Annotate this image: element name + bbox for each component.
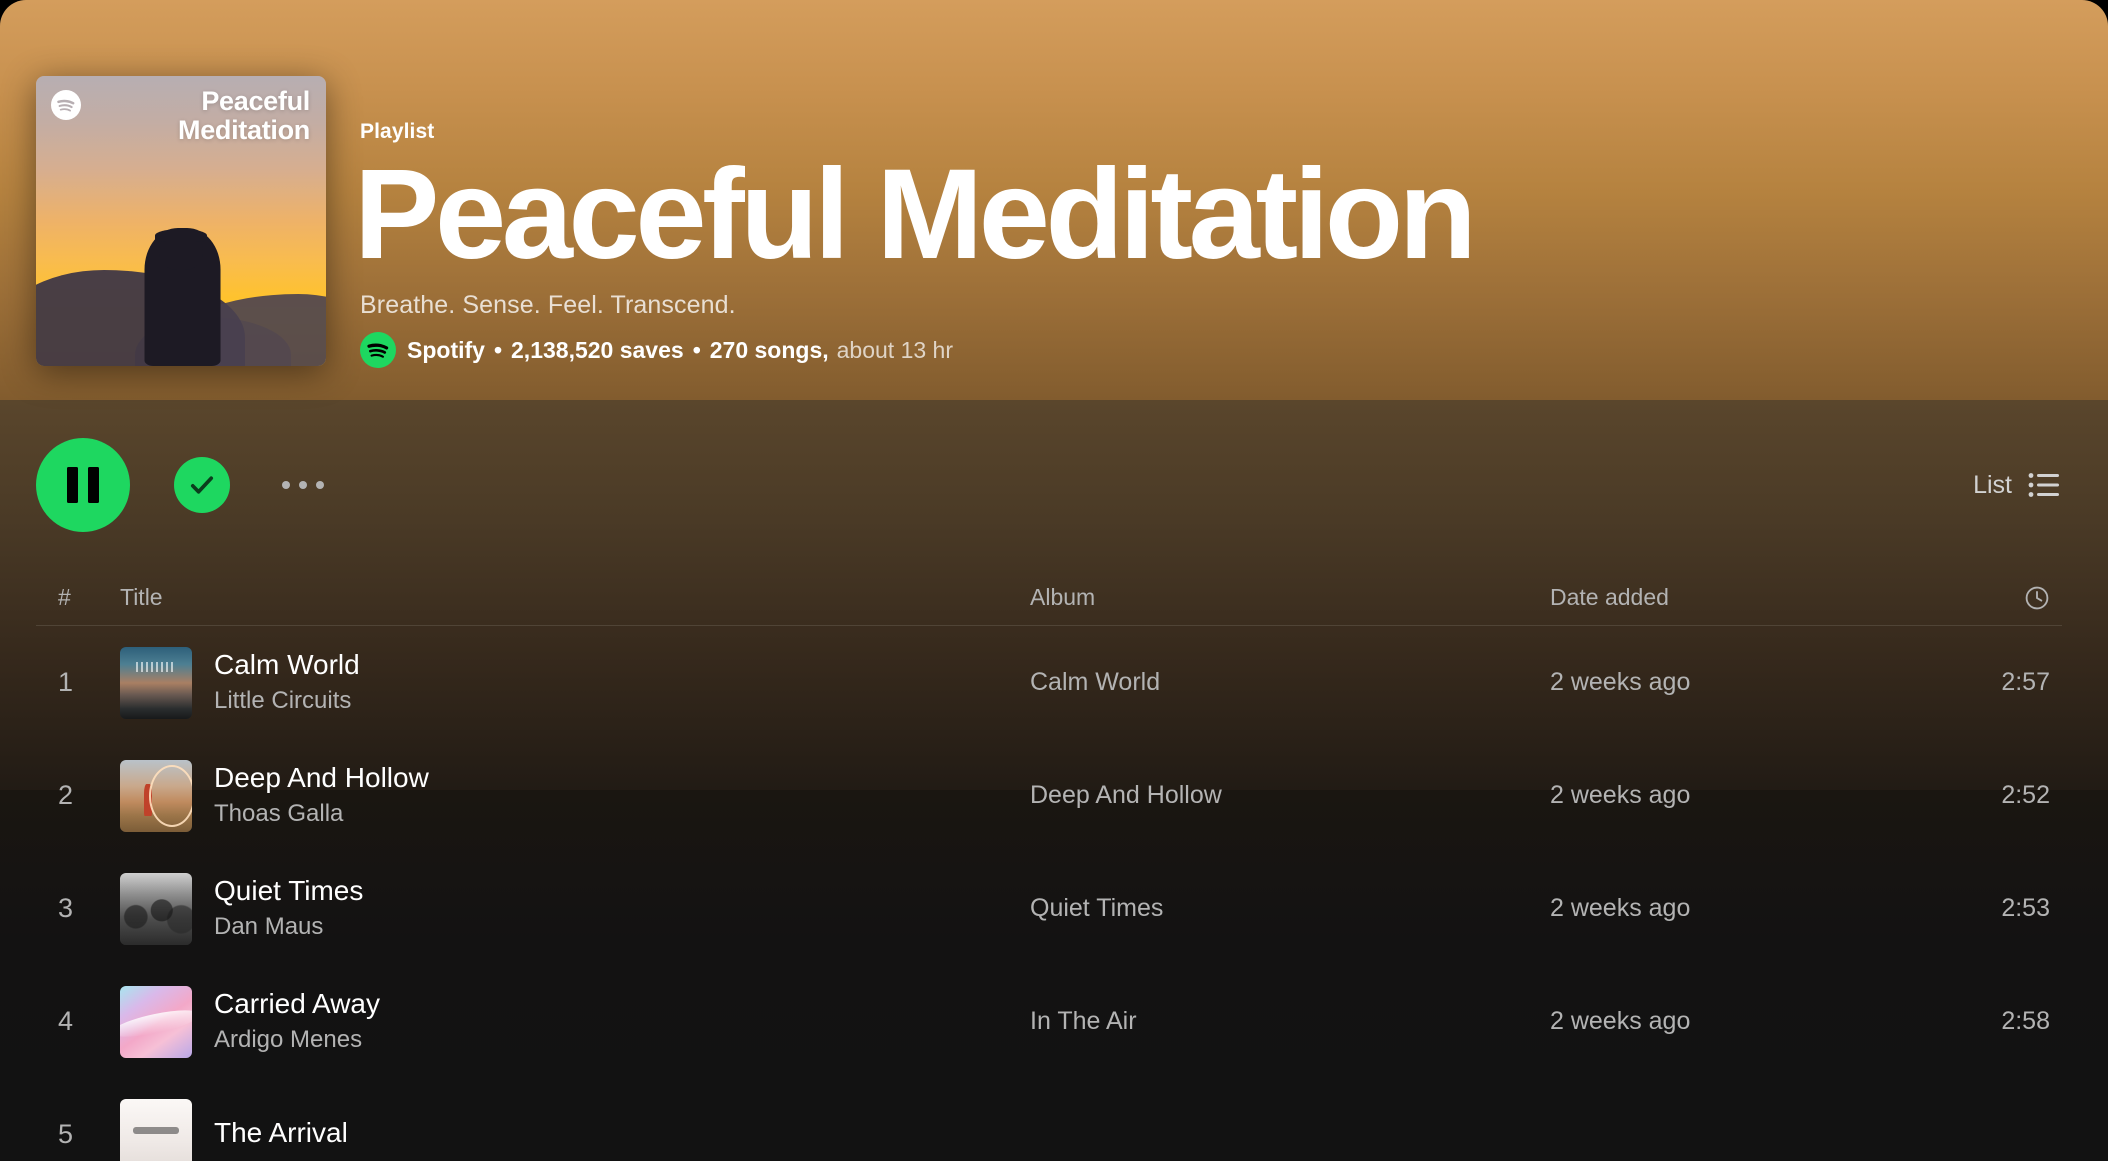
- playlist-type-label: Playlist: [360, 120, 435, 144]
- more-horizontal-icon: [316, 481, 324, 489]
- cover-silhouette-cap: [155, 229, 207, 242]
- track-date-added: 2 weeks ago: [1550, 668, 1691, 696]
- track-duration: 2:53: [2001, 894, 2050, 922]
- playlist-action-bar: List: [0, 400, 2108, 570]
- cover-title-line-2: Meditation: [178, 115, 310, 146]
- column-header-album: Album: [1030, 584, 1096, 610]
- track-number: 1: [58, 667, 74, 697]
- track-album-art: [120, 872, 192, 945]
- track-list-header: # Title Album Date added: [36, 570, 2062, 626]
- track-date-added: 2 weeks ago: [1550, 1007, 1691, 1035]
- cover-title-line-1: Peaceful: [201, 86, 310, 116]
- track-title-lines: Deep And Hollow Thoas Galla: [214, 761, 429, 829]
- playlist-saves-count: 2,138,520 saves: [511, 336, 684, 363]
- album-art-image: [120, 872, 192, 945]
- view-mode-toggle[interactable]: List: [1971, 465, 2062, 506]
- track-title-cell: Carried Away Ardigo Menes: [120, 985, 1030, 1058]
- track-title-cell: Deep And Hollow Thoas Galla: [120, 759, 1030, 832]
- track-duration: 2:58: [2001, 1007, 2050, 1035]
- pause-icon: [67, 467, 99, 503]
- playlist-cover-art[interactable]: Peaceful Meditation: [36, 76, 326, 366]
- view-mode-label: List: [1973, 470, 2012, 499]
- clock-icon: [2025, 586, 2049, 609]
- playlist-meta: Spotify • 2,138,520 saves • 270 songs, a…: [360, 332, 2108, 368]
- playlist-hero-text: Playlist Peaceful Meditation Breathe. Se…: [326, 120, 2108, 374]
- track-title-cell: Quiet Times Dan Maus: [120, 872, 1030, 945]
- track-date-added: 2 weeks ago: [1550, 894, 1691, 922]
- spotify-logo-icon: [360, 332, 396, 368]
- playlist-description: Breathe. Sense. Feel. Transcend.: [360, 291, 736, 319]
- track-duration: 2:52: [2001, 781, 2050, 809]
- check-icon: [190, 476, 214, 494]
- track-album[interactable]: Quiet Times: [1030, 894, 1550, 923]
- table-row[interactable]: 3 Quiet Times Dan Maus Quiet Times 2 wee…: [36, 852, 2062, 965]
- playlist-song-count: 270 songs,: [709, 336, 829, 363]
- page-title: Peaceful Meditation: [354, 143, 1477, 287]
- playlist-total-duration: about 13 hr: [836, 336, 954, 363]
- track-artist[interactable]: Little Circuits: [214, 685, 360, 716]
- meta-separator: •: [493, 336, 503, 363]
- album-art-image: [120, 759, 192, 832]
- track-name[interactable]: Deep And Hollow: [214, 761, 429, 795]
- track-name[interactable]: Quiet Times: [214, 874, 363, 908]
- more-horizontal-icon: [299, 481, 307, 489]
- spotify-logo-icon: [51, 90, 81, 120]
- track-name[interactable]: Carried Away: [214, 987, 380, 1021]
- playlist-hero: Peaceful Meditation Playlist Peaceful Me…: [0, 0, 2108, 400]
- track-number: 3: [58, 893, 74, 923]
- column-header-title: Title: [120, 584, 163, 610]
- track-album[interactable]: Deep And Hollow: [1030, 781, 1550, 810]
- track-name[interactable]: The Arrival: [214, 1116, 348, 1150]
- track-title-lines: Calm World Little Circuits: [214, 648, 360, 716]
- album-art-image: [120, 646, 192, 719]
- track-list: # Title Album Date added 1 Calm World Li…: [0, 570, 2108, 1161]
- track-album-art: [120, 646, 192, 719]
- track-title-lines: The Arrival: [214, 1116, 348, 1153]
- spotify-playlist-page: Peaceful Meditation Playlist Peaceful Me…: [0, 0, 2108, 1161]
- album-art-image: [120, 1098, 192, 1161]
- track-name[interactable]: Calm World: [214, 648, 360, 682]
- track-title-cell: Calm World Little Circuits: [120, 646, 1030, 719]
- table-row[interactable]: 4 Carried Away Ardigo Menes In The Air 2…: [36, 965, 2062, 1078]
- track-number: 2: [58, 780, 74, 810]
- more-horizontal-icon: [282, 481, 290, 489]
- track-title-lines: Quiet Times Dan Maus: [214, 874, 363, 942]
- track-artist[interactable]: Dan Maus: [214, 911, 363, 942]
- album-art-figure: [143, 783, 153, 816]
- table-row[interactable]: 5 The Arrival: [36, 1078, 2062, 1161]
- table-row[interactable]: 2 Deep And Hollow Thoas Galla Deep And H…: [36, 739, 2062, 852]
- playlist-owner-link[interactable]: Spotify: [407, 337, 485, 364]
- track-album[interactable]: Calm World: [1030, 668, 1550, 697]
- list-view-icon: [2028, 473, 2059, 497]
- track-album-art: [120, 985, 192, 1058]
- track-artist[interactable]: Ardigo Menes: [214, 1024, 380, 1055]
- track-title-lines: Carried Away Ardigo Menes: [214, 987, 380, 1055]
- track-album-art: [120, 759, 192, 832]
- track-date-added: 2 weeks ago: [1550, 781, 1691, 809]
- track-album-art: [120, 1098, 192, 1161]
- track-number: 4: [58, 1006, 74, 1036]
- meta-separator: •: [692, 336, 701, 363]
- track-number: 5: [58, 1119, 74, 1149]
- play-pause-button[interactable]: [36, 438, 130, 532]
- column-header-date-added: Date added: [1550, 584, 1669, 610]
- column-header-number: #: [58, 584, 71, 610]
- table-row[interactable]: 1 Calm World Little Circuits Calm World …: [36, 626, 2062, 739]
- track-duration: 2:57: [2001, 668, 2050, 696]
- track-album[interactable]: In The Air: [1030, 1007, 1550, 1036]
- save-playlist-button[interactable]: [174, 457, 230, 513]
- column-header-duration: [1970, 585, 2050, 611]
- more-options-button[interactable]: [276, 467, 330, 503]
- cover-title: Peaceful Meditation: [178, 86, 310, 146]
- track-title-cell: The Arrival: [120, 1098, 1030, 1161]
- album-art-image: [120, 985, 192, 1058]
- track-artist[interactable]: Thoas Galla: [214, 798, 429, 829]
